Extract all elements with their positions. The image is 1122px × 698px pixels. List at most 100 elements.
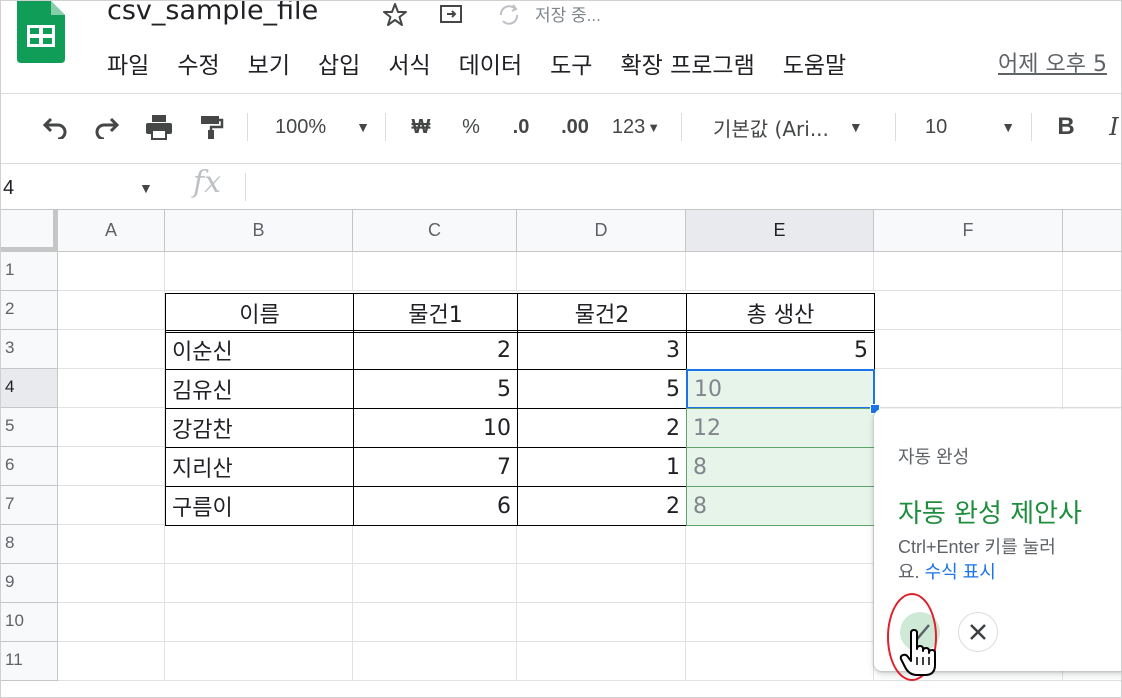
paint-format-button[interactable] — [193, 111, 229, 143]
column-header-a[interactable]: A — [58, 210, 165, 252]
dismiss-suggestion-button[interactable] — [958, 612, 998, 652]
grid-cell[interactable] — [58, 603, 165, 642]
grid-cell[interactable] — [58, 447, 165, 486]
column-header-e[interactable]: E — [686, 210, 874, 252]
row-header[interactable]: 9 — [1, 564, 58, 603]
last-edit-link[interactable]: 어제 오후 5 — [998, 46, 1107, 78]
number-format-select[interactable]: 123 ▼ — [605, 111, 667, 143]
font-size-select[interactable]: 10 ▼ — [911, 111, 1021, 143]
table-cell-name[interactable]: 이순신 — [165, 330, 354, 370]
grid-cell[interactable] — [517, 564, 686, 603]
redo-button[interactable] — [89, 111, 125, 143]
table-cell-item2[interactable]: 5 — [517, 369, 687, 409]
grid-cell[interactable] — [58, 642, 165, 681]
sheets-logo-icon[interactable] — [17, 1, 65, 63]
percent-format-button[interactable]: % — [455, 111, 487, 143]
row-header[interactable]: 1 — [1, 252, 58, 291]
row-header[interactable]: 2 — [1, 291, 58, 330]
grid-cell[interactable] — [165, 252, 353, 291]
table-cell-item2[interactable]: 3 — [517, 330, 687, 370]
grid-cell[interactable] — [686, 525, 874, 564]
row-header[interactable]: 11 — [1, 642, 58, 681]
row-header[interactable]: 4 — [1, 369, 58, 408]
decrease-decimal-button[interactable]: .0 — [501, 111, 541, 143]
italic-button[interactable]: I — [1099, 111, 1121, 143]
table-cell-item1[interactable]: 2 — [353, 330, 518, 370]
grid-cell[interactable] — [517, 642, 686, 681]
menu-extensions[interactable]: 확장 프로그램 — [620, 46, 754, 80]
menu-edit[interactable]: 수정 — [177, 46, 219, 80]
grid-cell[interactable] — [517, 603, 686, 642]
menu-format[interactable]: 서식 — [388, 46, 430, 80]
table-cell-item2[interactable]: 2 — [517, 408, 687, 448]
row-header[interactable]: 3 — [1, 330, 58, 369]
grid-cell[interactable] — [1063, 252, 1121, 291]
column-header-d[interactable]: D — [517, 210, 686, 252]
table-header-item2[interactable]: 물건2 — [517, 293, 687, 333]
grid-cell[interactable] — [165, 564, 353, 603]
grid-cell[interactable] — [874, 252, 1063, 291]
grid-cell[interactable] — [58, 486, 165, 525]
column-header-b[interactable]: B — [165, 210, 353, 252]
table-header-name[interactable]: 이름 — [165, 293, 354, 333]
star-icon[interactable] — [381, 1, 409, 29]
grid-cell[interactable] — [353, 564, 517, 603]
table-cell-total[interactable]: 12 — [686, 408, 875, 448]
document-title[interactable]: csv_sample_file — [107, 1, 318, 26]
row-header[interactable]: 6 — [1, 447, 58, 486]
grid-cell[interactable] — [58, 369, 165, 408]
active-cell[interactable]: 10 — [686, 369, 875, 409]
menu-help[interactable]: 도움말 — [783, 46, 846, 80]
grid-cell[interactable] — [1063, 291, 1121, 330]
grid-cell[interactable] — [686, 252, 874, 291]
increase-decimal-button[interactable]: .00 — [553, 111, 597, 143]
table-cell-name[interactable]: 김유신 — [165, 369, 354, 409]
grid-cell[interactable] — [874, 291, 1063, 330]
grid-cell[interactable] — [165, 525, 353, 564]
table-cell-item2[interactable]: 2 — [517, 486, 687, 526]
table-cell-name[interactable]: 강감찬 — [165, 408, 354, 448]
print-button[interactable] — [141, 111, 177, 143]
grid-cell[interactable] — [686, 603, 874, 642]
grid-cell[interactable] — [686, 564, 874, 603]
grid-cell[interactable] — [517, 252, 686, 291]
grid-cell[interactable] — [353, 603, 517, 642]
table-cell-name[interactable]: 구름이 — [165, 486, 354, 526]
table-cell-total[interactable]: 8 — [686, 447, 875, 487]
row-header[interactable]: 7 — [1, 486, 58, 525]
row-header[interactable]: 8 — [1, 525, 58, 564]
grid-cell[interactable] — [58, 525, 165, 564]
row-header[interactable]: 5 — [1, 408, 58, 447]
show-formula-link[interactable]: 수식 표시 — [925, 562, 996, 582]
grid-cell[interactable] — [165, 642, 353, 681]
grid-cell[interactable] — [1063, 330, 1121, 369]
table-cell-item1[interactable]: 10 — [353, 408, 518, 448]
column-header-g[interactable] — [1063, 210, 1121, 252]
menu-view[interactable]: 보기 — [248, 46, 290, 80]
grid-cell[interactable] — [353, 525, 517, 564]
table-cell-item2[interactable]: 1 — [517, 447, 687, 487]
grid-cell[interactable] — [874, 369, 1063, 408]
grid-cell[interactable] — [58, 291, 165, 330]
grid-cell[interactable] — [58, 330, 165, 369]
menu-insert[interactable]: 삽입 — [318, 46, 360, 80]
table-cell-item1[interactable]: 5 — [353, 369, 518, 409]
table-header-item1[interactable]: 물건1 — [353, 293, 518, 333]
grid-cell[interactable] — [165, 603, 353, 642]
grid-cell[interactable] — [1063, 369, 1121, 408]
select-all-corner[interactable] — [1, 210, 58, 252]
name-box[interactable]: 4 ▼ — [1, 171, 163, 205]
column-header-c[interactable]: C — [353, 210, 517, 252]
move-to-folder-icon[interactable] — [437, 1, 465, 29]
table-header-total[interactable]: 총 생산 — [686, 293, 875, 333]
grid-cell[interactable] — [874, 330, 1063, 369]
row-header[interactable]: 10 — [1, 603, 58, 642]
menu-tools[interactable]: 도구 — [550, 46, 592, 80]
table-cell-total[interactable]: 8 — [686, 486, 875, 526]
column-header-f[interactable]: F — [874, 210, 1063, 252]
table-cell-item1[interactable]: 7 — [353, 447, 518, 487]
grid-cell[interactable] — [686, 642, 874, 681]
zoom-select[interactable]: 100% ▼ — [263, 111, 373, 143]
grid-cell[interactable] — [353, 642, 517, 681]
undo-button[interactable] — [37, 111, 73, 143]
